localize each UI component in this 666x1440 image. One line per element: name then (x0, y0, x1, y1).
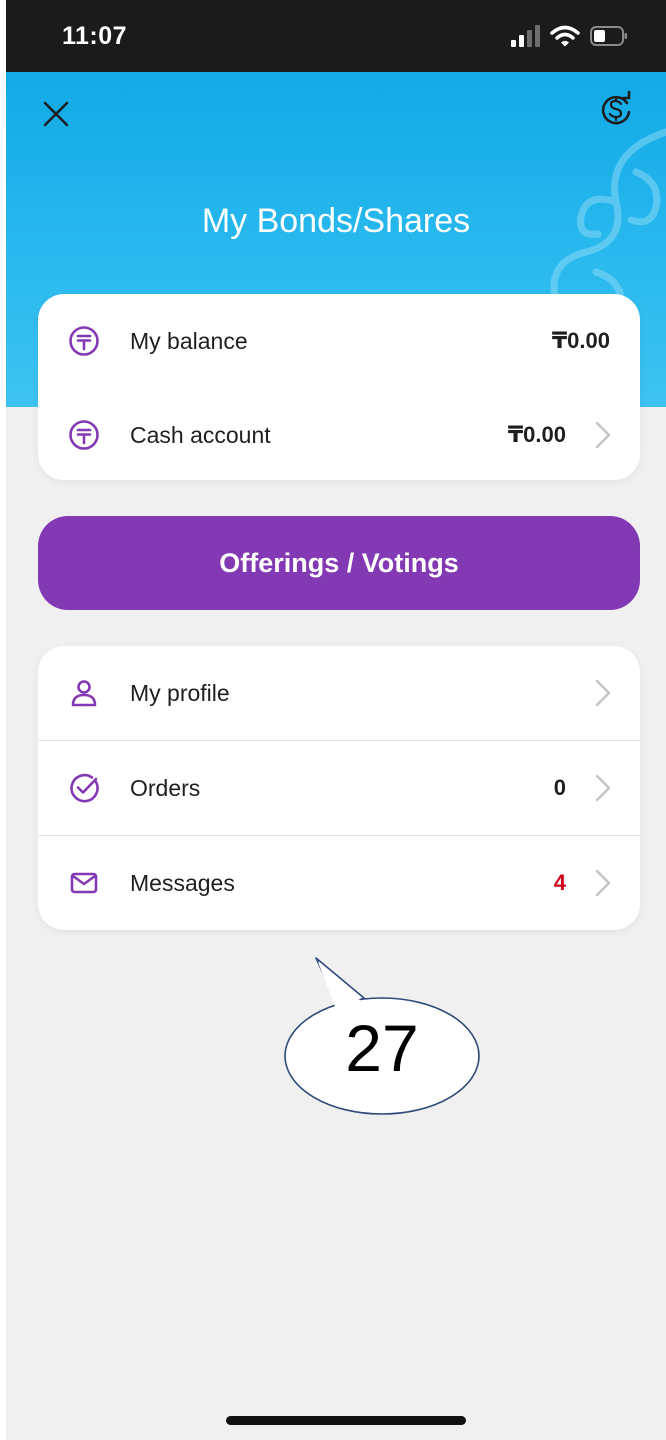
orders-label: Orders (130, 774, 201, 801)
check-circle-icon (70, 773, 99, 803)
cash-account-row[interactable]: Cash account ₸0.00 (38, 388, 640, 480)
close-icon[interactable] (36, 94, 76, 134)
my-balance-row: My balance ₸0.00 (38, 294, 640, 388)
wifi-icon (550, 25, 580, 47)
menu-card: My profile Orders 0 Messages 4 (38, 646, 640, 930)
status-icons (510, 24, 628, 48)
chevron-right-icon (595, 421, 611, 449)
offerings-votings-button[interactable]: Offerings / Votings (38, 516, 640, 610)
orders-count: 0 (553, 775, 566, 800)
envelope-icon (70, 872, 98, 894)
signal-icon (511, 25, 540, 47)
user-icon (71, 680, 97, 707)
battery-icon (590, 26, 627, 46)
my-profile-label: My profile (130, 679, 230, 706)
my-balance-label: My balance (130, 327, 248, 354)
tenge-icon (69, 420, 99, 450)
callout-number: 27 (345, 1011, 419, 1085)
app-screen: 11:07 My Bonds/Shares My balance ₸0.00 C… (6, 0, 666, 1440)
status-bar: 11:07 (6, 0, 666, 72)
messages-count-badge: 4 (553, 870, 566, 895)
chevron-right-icon (595, 774, 611, 802)
my-balance-value: ₸0.00 (551, 328, 610, 353)
menu-item-orders[interactable]: Orders 0 (38, 740, 640, 835)
status-time: 11:07 (62, 22, 128, 50)
menu-item-my-profile[interactable]: My profile (38, 646, 640, 740)
page-title: My Bonds/Shares (201, 202, 471, 240)
menu-item-messages[interactable]: Messages 4 (38, 835, 640, 930)
cash-account-label: Cash account (130, 421, 271, 448)
cash-account-value: ₸0.00 (507, 422, 566, 447)
tenge-icon (69, 326, 99, 356)
messages-label: Messages (130, 869, 235, 896)
balance-card: My balance ₸0.00 Cash account ₸0.00 (38, 294, 640, 480)
currency-exchange-icon[interactable] (596, 90, 636, 130)
chevron-right-icon (595, 869, 611, 897)
chevron-right-icon (595, 679, 611, 707)
home-indicator[interactable] (226, 1416, 466, 1425)
